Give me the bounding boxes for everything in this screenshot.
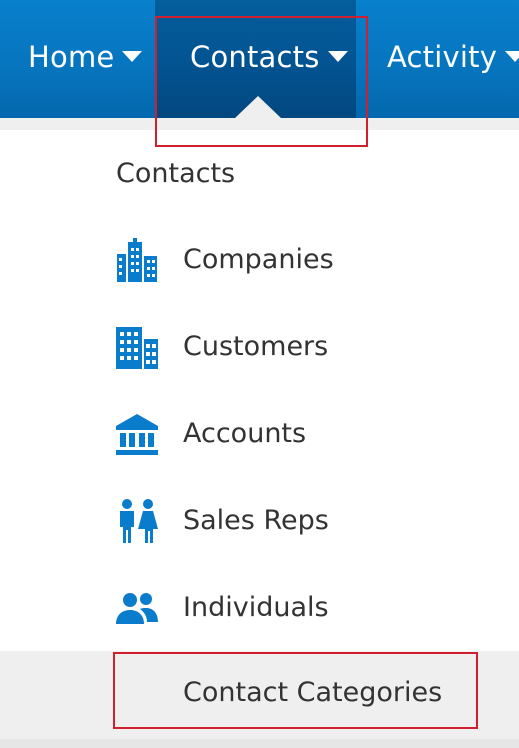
menu-item-label: Contact Categories: [183, 677, 443, 708]
menu-item-label: Customers: [183, 331, 329, 362]
menu-item-contact-categories[interactable]: Contact Categories: [0, 651, 519, 739]
menu-item-accounts[interactable]: Accounts: [0, 404, 519, 464]
companies-building-icon: [117, 238, 157, 282]
menu-item-sales-reps[interactable]: Sales Reps: [0, 491, 519, 551]
dropdown-pointer-icon: [235, 96, 281, 118]
chevron-down-icon: [327, 50, 348, 62]
menu-item-label: Individuals: [183, 592, 329, 623]
menu-item-companies[interactable]: Companies: [0, 230, 519, 290]
nav-activity-label: Activity: [387, 40, 498, 74]
menu-item-label: Sales Reps: [183, 505, 329, 536]
nav-home-label: Home: [28, 40, 115, 74]
menu-item-customers[interactable]: Customers: [0, 317, 519, 377]
menu-item-individuals[interactable]: Individuals: [0, 578, 519, 638]
top-nav-bar: Home Contacts Activity: [0, 0, 519, 118]
menu-item-label: Accounts: [183, 418, 307, 449]
bank-icon: [116, 414, 158, 455]
menu-bottom-border: [0, 739, 519, 748]
nav-contacts-label: Contacts: [190, 40, 320, 74]
group-icon: [116, 593, 158, 624]
app-page: Home Contacts Activity Contacts Companie…: [0, 0, 519, 748]
menu-header: Contacts: [116, 158, 236, 189]
nav-activity[interactable]: Activity: [387, 0, 519, 116]
nav-home[interactable]: Home: [28, 0, 143, 116]
dropdown-top-shade: [0, 118, 519, 130]
people-pair-icon: [120, 499, 158, 543]
menu-item-label: Companies: [183, 244, 334, 275]
chevron-down-icon: [122, 50, 143, 62]
chevron-down-icon: [505, 50, 519, 62]
customers-building-icon: [116, 327, 158, 369]
